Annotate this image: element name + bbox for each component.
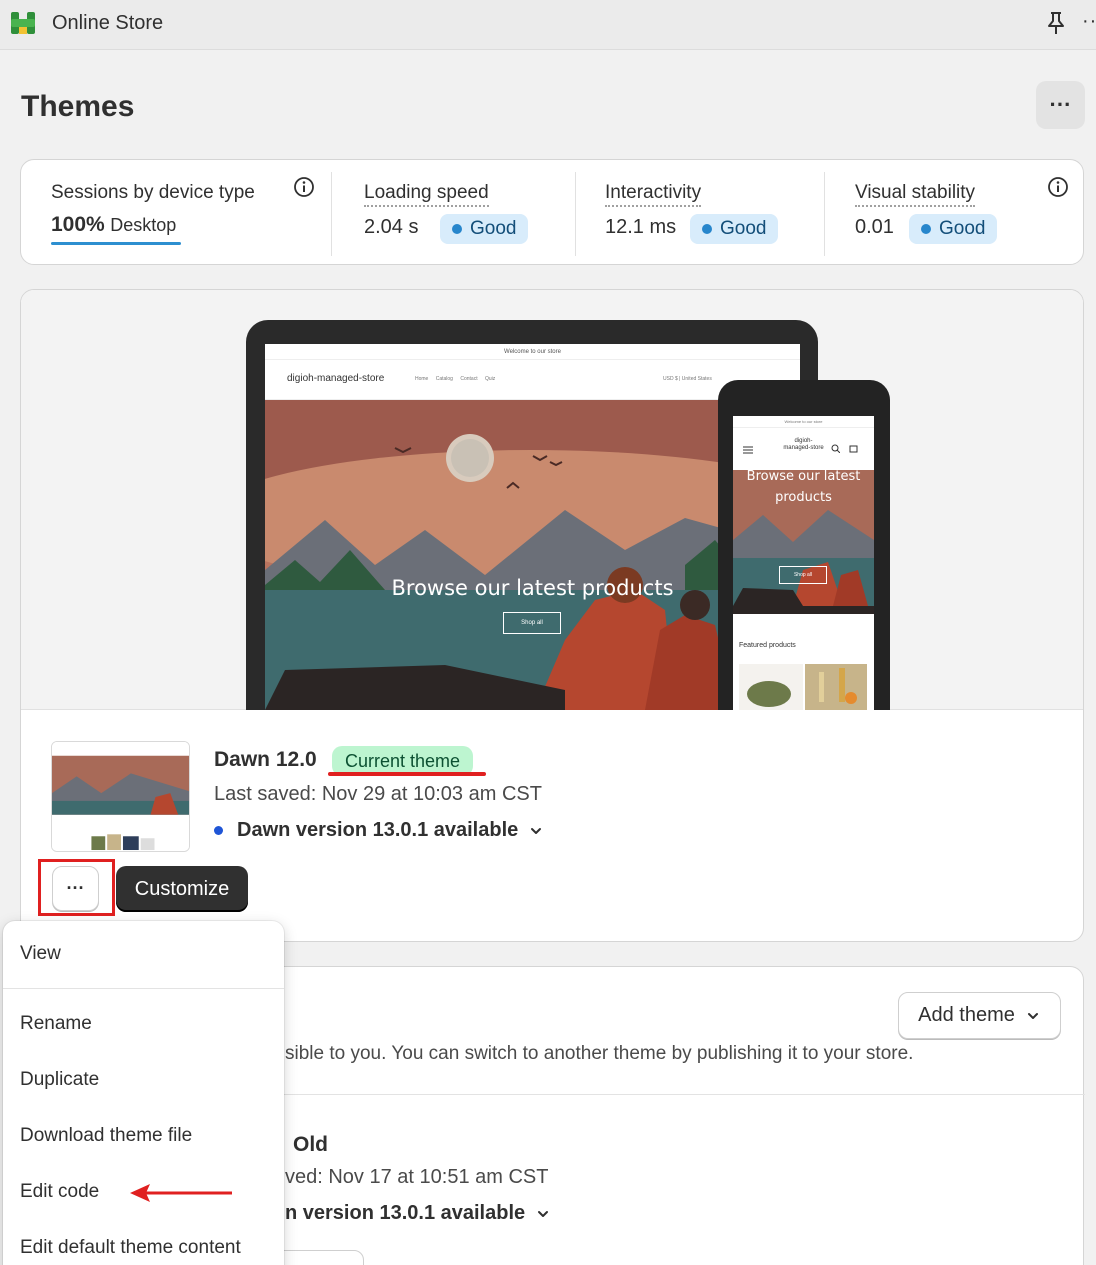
search-icon bbox=[831, 444, 840, 453]
mobile-hero-heading: Browse our latest products bbox=[746, 469, 861, 505]
library-theme-last-saved: ved: Nov 17 at 10:51 am CST bbox=[285, 1166, 549, 1188]
topbar-more-button[interactable]: ·· bbox=[1082, 10, 1096, 33]
current-theme-card: Welcome to our store digioh-managed-stor… bbox=[20, 289, 1084, 942]
sessions-percent: 100% bbox=[51, 213, 105, 236]
theme-library-description: sible to you. You can switch to another … bbox=[285, 1043, 914, 1064]
current-theme-last-saved: Last saved: Nov 29 at 10:03 am CST bbox=[214, 783, 542, 805]
theme-preview[interactable]: Welcome to our store digioh-managed-stor… bbox=[21, 290, 1083, 710]
selected-tab-indicator bbox=[51, 242, 181, 245]
loading-speed-stat[interactable]: Loading speed 2.04 s Good bbox=[332, 160, 575, 266]
store-name: digioh-managed-store bbox=[287, 373, 385, 384]
loading-speed-status-badge: Good bbox=[440, 214, 529, 244]
mobile-store-header: digioh-managed-store bbox=[733, 428, 874, 470]
menu-item-download-theme-file[interactable]: Download theme file bbox=[20, 1125, 192, 1147]
visual-stability-stat[interactable]: Visual stability 0.01 Good bbox=[825, 160, 1083, 266]
visual-stability-label: Visual stability bbox=[855, 182, 976, 207]
app-topbar: Online Store ·· bbox=[0, 0, 1096, 50]
interactivity-value: 12.1 ms bbox=[605, 216, 677, 238]
hero-divider bbox=[733, 606, 874, 614]
library-theme-name: Old bbox=[293, 1133, 328, 1156]
mobile-hero-shop-button: Shop all bbox=[779, 566, 827, 584]
chevron-down-icon bbox=[531, 827, 542, 834]
add-theme-label: Add theme bbox=[918, 1004, 1015, 1026]
version-update-label: Dawn version 13.0.1 available bbox=[237, 819, 519, 841]
chevron-down-icon bbox=[1027, 1012, 1038, 1019]
annotation-underline bbox=[328, 772, 486, 776]
badge-label: Good bbox=[939, 218, 986, 239]
cart-icon bbox=[849, 445, 858, 453]
sessions-value: 100% Desktop bbox=[51, 213, 176, 237]
online-store-app-icon bbox=[11, 12, 35, 34]
mobile-store-name: digioh-managed-store bbox=[783, 438, 824, 451]
featured-products-heading: Featured products bbox=[739, 642, 796, 649]
current-theme-name: Dawn 12.0 bbox=[214, 748, 317, 771]
menu-item-view[interactable]: View bbox=[20, 943, 61, 965]
mobile-announcement-bar: Welcome to our store bbox=[733, 416, 874, 428]
loading-speed-label: Loading speed bbox=[364, 182, 489, 207]
sessions-label: Sessions by device type bbox=[51, 182, 255, 203]
status-dot-icon bbox=[452, 224, 462, 234]
visual-stability-value: 0.01 bbox=[855, 216, 894, 238]
app-title: Online Store bbox=[52, 12, 164, 34]
annotation-arrow-icon bbox=[130, 1184, 232, 1202]
library-version-notice[interactable]: n version 13.0.1 available bbox=[285, 1202, 551, 1225]
interactivity-status-badge: Good bbox=[690, 214, 779, 244]
featured-products-images bbox=[739, 664, 867, 710]
sessions-device: Desktop bbox=[110, 215, 177, 235]
store-region: USD $ | United States bbox=[663, 376, 712, 382]
library-version-label: n version 13.0.1 available bbox=[285, 1202, 526, 1224]
update-dot-icon bbox=[214, 826, 223, 835]
hero-shop-button: Shop all bbox=[503, 612, 561, 634]
info-icon[interactable] bbox=[1047, 176, 1069, 198]
page-title: Themes bbox=[21, 90, 135, 123]
info-icon[interactable] bbox=[293, 176, 315, 198]
menu-item-edit-default-theme-content[interactable]: Edit default theme content bbox=[20, 1237, 241, 1259]
announcement-bar: Welcome to our store bbox=[265, 344, 800, 360]
customize-button[interactable]: Customize bbox=[116, 866, 248, 912]
menu-item-duplicate[interactable]: Duplicate bbox=[20, 1069, 99, 1091]
interactivity-stat[interactable]: Interactivity 12.1 ms Good bbox=[576, 160, 824, 266]
theme-thumbnail[interactable] bbox=[51, 741, 190, 852]
mobile-preview-screen: Welcome to our store digioh-managed-stor… bbox=[733, 416, 874, 710]
web-performance-card: Sessions by device type 100% Desktop Loa… bbox=[20, 159, 1084, 265]
chevron-down-icon bbox=[538, 1210, 549, 1217]
loading-speed-value: 2.04 s bbox=[364, 216, 419, 238]
visual-stability-status-badge: Good bbox=[909, 214, 998, 244]
interactivity-label: Interactivity bbox=[605, 182, 702, 207]
menu-item-edit-code[interactable]: Edit code bbox=[20, 1181, 99, 1203]
version-update-notice[interactable]: Dawn version 13.0.1 available bbox=[214, 819, 544, 842]
add-theme-button[interactable]: Add theme bbox=[898, 992, 1061, 1039]
divider bbox=[3, 988, 284, 989]
status-dot-icon bbox=[921, 224, 931, 234]
badge-label: Good bbox=[720, 218, 767, 239]
menu-item-rename[interactable]: Rename bbox=[20, 1013, 92, 1035]
mobile-preview-frame: Welcome to our store digioh-managed-stor… bbox=[718, 380, 890, 710]
status-dot-icon bbox=[702, 224, 712, 234]
hamburger-icon bbox=[743, 446, 753, 454]
store-nav-links: Home Catalog Contact Quiz bbox=[415, 376, 496, 382]
annotation-highlight-box bbox=[38, 859, 115, 916]
badge-label: Good bbox=[470, 218, 517, 239]
page-more-actions-button[interactable]: ··· bbox=[1036, 81, 1085, 129]
theme-actions-menu: View Rename Duplicate Download theme fil… bbox=[3, 921, 284, 1265]
pin-icon[interactable] bbox=[1044, 10, 1068, 36]
sessions-stat[interactable]: Sessions by device type 100% Desktop bbox=[21, 160, 331, 266]
